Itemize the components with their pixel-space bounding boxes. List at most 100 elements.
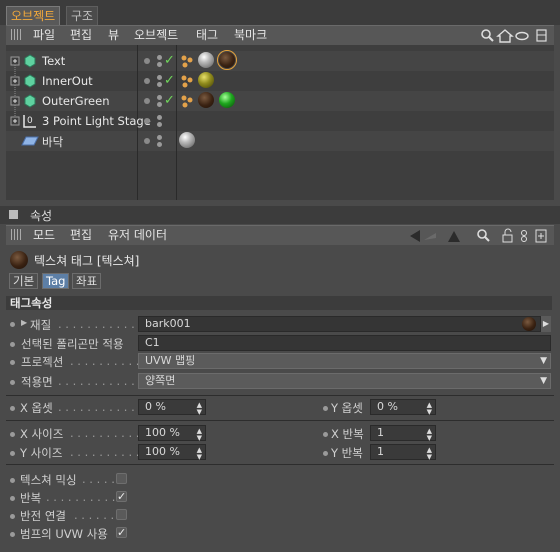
render-visibility-dot[interactable] xyxy=(157,62,162,67)
enabled-check-icon[interactable]: ✓ xyxy=(164,54,175,67)
x-offset-field[interactable]: 0 % ▲ ▼ xyxy=(138,399,206,416)
render-visibility-dot[interactable] xyxy=(157,142,162,147)
grip-icon[interactable] xyxy=(11,229,22,240)
y-size-field[interactable]: 100 % ▲ ▼ xyxy=(138,444,206,461)
menu-mode[interactable]: 모드 xyxy=(33,227,55,243)
texture-tag-icon[interactable] xyxy=(179,132,195,148)
y-offset-label: Y 옵셋 xyxy=(331,401,363,415)
divider xyxy=(6,395,554,396)
animate-dot[interactable] xyxy=(323,432,328,437)
texture-tag-icon[interactable] xyxy=(219,92,235,108)
visibility-dot[interactable] xyxy=(144,138,150,144)
bump-uvw-checkbox[interactable]: ✓ xyxy=(116,527,127,538)
animate-dot[interactable] xyxy=(323,406,328,411)
animate-dot[interactable] xyxy=(10,432,15,437)
object-row-floor[interactable] xyxy=(6,131,554,151)
editor-visibility-dot[interactable] xyxy=(157,115,162,120)
render-visibility-dot[interactable] xyxy=(157,122,162,127)
tab-tag[interactable]: Tag xyxy=(42,273,70,289)
phong-tag-icon[interactable] xyxy=(179,73,195,89)
animate-dot[interactable] xyxy=(10,360,15,365)
editor-visibility-dot[interactable] xyxy=(157,55,162,60)
texture-tag-icon[interactable] xyxy=(198,92,214,108)
x-size-field[interactable]: 100 % ▲ ▼ xyxy=(138,425,206,442)
seamless-checkbox[interactable] xyxy=(116,509,127,520)
editor-visibility-dot[interactable] xyxy=(157,135,162,140)
animate-dot[interactable] xyxy=(10,496,15,501)
tab-objects[interactable]: 오브젝트 xyxy=(6,6,61,25)
animate-dot[interactable] xyxy=(10,342,15,347)
menu-edit[interactable]: 편집 xyxy=(70,27,92,43)
tab-coordinates[interactable]: 좌표 xyxy=(72,273,102,289)
texture-tag-icon[interactable] xyxy=(217,50,237,70)
animate-dot[interactable] xyxy=(10,514,15,519)
expand-icon xyxy=(10,96,20,106)
visibility-dot[interactable] xyxy=(144,58,150,64)
cube-object-icon xyxy=(24,74,36,88)
y-offset-field[interactable]: 0 % ▲ ▼ xyxy=(370,399,436,416)
material-label: 재질 xyxy=(30,318,52,332)
object-row-text[interactable] xyxy=(6,51,554,71)
stepper-icon[interactable]: ▲ ▼ xyxy=(427,402,432,416)
stepper-icon[interactable]: ▲ ▼ xyxy=(427,428,432,442)
menu-user-data[interactable]: 유저 데이터 xyxy=(108,227,167,243)
x-repeat-field[interactable]: 1 ▲ ▼ xyxy=(370,425,436,442)
expand-arrow-icon[interactable]: ▶ xyxy=(21,318,27,327)
attributes-header: 텍스쳐 태그 [텍스쳐] xyxy=(34,254,140,268)
menu-bookmark[interactable]: 북마크 xyxy=(234,27,267,43)
object-name[interactable]: 3 Point Light Stage xyxy=(42,114,151,128)
texture-tag-icon[interactable] xyxy=(198,52,214,68)
render-visibility-dot[interactable] xyxy=(157,82,162,87)
animate-dot[interactable] xyxy=(10,451,15,456)
stepper-icon[interactable]: ▲ ▼ xyxy=(427,447,432,461)
selection-field[interactable]: C1 xyxy=(138,335,551,351)
tab-structure[interactable]: 구조 xyxy=(66,6,99,25)
material-field[interactable]: bark001 xyxy=(138,316,541,332)
stepper-icon[interactable]: ▲ ▼ xyxy=(197,447,202,461)
visibility-dot[interactable] xyxy=(144,78,150,84)
menu-view[interactable]: 뷰 xyxy=(108,27,119,43)
bump-uvw-label: 범프의 UVW 사용 xyxy=(20,527,108,541)
menu-file[interactable]: 파일 xyxy=(33,27,55,43)
divider xyxy=(6,464,554,465)
tab-basic[interactable]: 기본 xyxy=(9,273,39,289)
panel-icon[interactable] xyxy=(9,210,18,219)
object-name[interactable]: InnerOut xyxy=(42,74,93,88)
y-repeat-field[interactable]: 1 ▲ ▼ xyxy=(370,444,436,461)
object-name[interactable]: OuterGreen xyxy=(42,94,109,108)
render-visibility-dot[interactable] xyxy=(157,102,162,107)
object-name[interactable]: 바닥 xyxy=(42,134,63,150)
mix-checkbox[interactable] xyxy=(116,473,127,484)
animate-dot[interactable] xyxy=(10,380,15,385)
side-dropdown[interactable]: 양쪽면 ▼ xyxy=(138,373,551,389)
phong-tag-icon[interactable] xyxy=(179,93,195,109)
animate-dot[interactable] xyxy=(10,322,15,327)
side-label: 적용면 xyxy=(21,375,53,389)
menu-edit[interactable]: 편집 xyxy=(70,227,92,243)
chevron-down-icon: ▼ xyxy=(540,356,547,366)
menu-tag[interactable]: 태그 xyxy=(196,27,218,43)
stepper-icon[interactable]: ▲ ▼ xyxy=(197,428,202,442)
label-dots: . . . . . xyxy=(82,472,115,486)
grip-icon[interactable] xyxy=(11,29,22,40)
label-dots: . . . . . . . xyxy=(74,508,122,522)
animate-dot[interactable] xyxy=(323,451,328,456)
stepper-icon[interactable]: ▲ ▼ xyxy=(197,402,202,416)
phong-tag-icon[interactable] xyxy=(179,53,195,69)
menu-object[interactable]: 오브젝트 xyxy=(134,27,178,43)
visibility-dot[interactable] xyxy=(144,98,150,104)
animate-dot[interactable] xyxy=(10,406,15,411)
texture-tag-icon[interactable] xyxy=(198,72,214,88)
object-name[interactable]: Text xyxy=(42,54,65,68)
animate-dot[interactable] xyxy=(10,478,15,483)
visibility-dot[interactable] xyxy=(144,118,150,124)
animate-dot[interactable] xyxy=(10,532,15,537)
material-menu-arrow-icon[interactable]: ▶ xyxy=(541,316,551,332)
editor-visibility-dot[interactable] xyxy=(157,75,162,80)
enabled-check-icon[interactable]: ✓ xyxy=(164,94,175,107)
projection-dropdown[interactable]: UVW 맵핑 ▼ xyxy=(138,353,551,369)
seamless-label: 반전 연결 xyxy=(20,509,66,523)
enabled-check-icon[interactable]: ✓ xyxy=(164,74,175,87)
tile-checkbox[interactable]: ✓ xyxy=(116,491,127,502)
editor-visibility-dot[interactable] xyxy=(157,95,162,100)
